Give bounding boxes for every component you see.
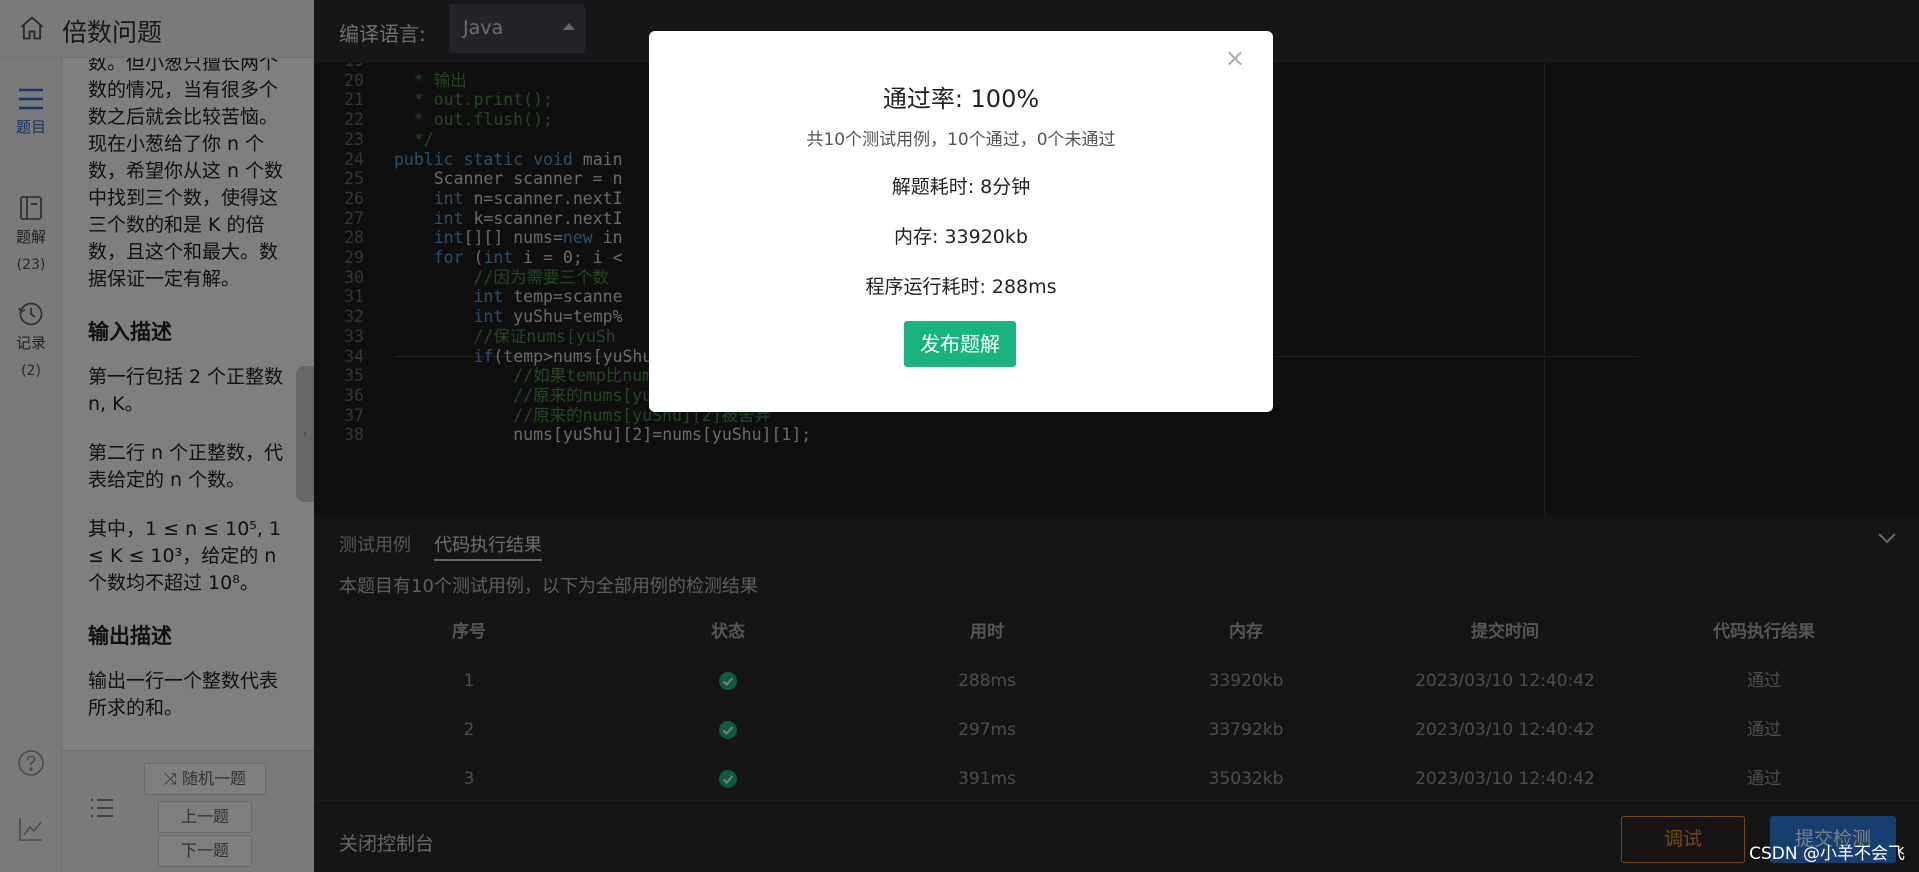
solve-time: 解题耗时: 8分钟 xyxy=(891,176,1031,198)
memory-usage: 内存: 33920kb xyxy=(894,226,1028,248)
watermark: CSDN @小羊不会飞 xyxy=(1749,844,1905,864)
run-time: 程序运行耗时: 288ms xyxy=(865,276,1057,298)
publish-solution-button[interactable]: 发布题解 xyxy=(904,321,1016,367)
result-modal: × 通过率: 100% 共10个测试用例，10个通过，0个未通过 解题耗时: 8… xyxy=(649,31,1273,412)
pass-rate: 通过率: 100% xyxy=(882,85,1040,113)
close-icon[interactable]: × xyxy=(1225,44,1245,72)
test-summary: 共10个测试用例，10个通过，0个未通过 xyxy=(806,130,1116,150)
